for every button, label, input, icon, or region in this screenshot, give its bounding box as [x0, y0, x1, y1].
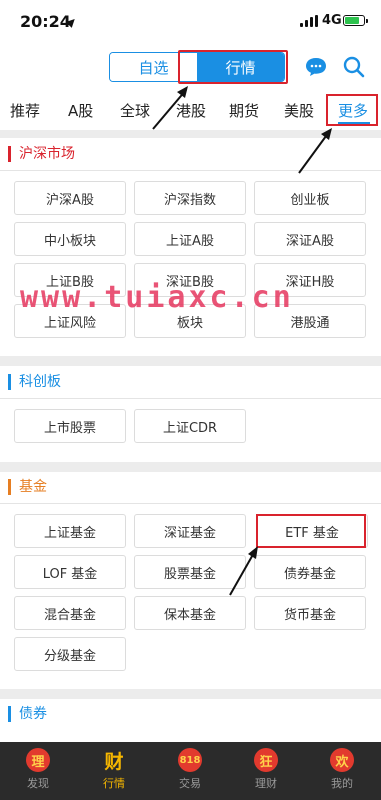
nav-discover[interactable]: 理 发现 — [8, 746, 68, 800]
trade-icon: 818 — [178, 748, 202, 772]
section-title-fund: 基金 — [8, 479, 47, 495]
nav-market[interactable]: 财 行情 — [84, 746, 144, 800]
tab-hk-stocks[interactable]: 港股 — [176, 100, 206, 121]
market-cell[interactable]: 债券基金 — [254, 555, 366, 589]
bottom-nav: 理 发现 财 行情 818 交易 狂 理财 欢 我的 — [0, 742, 381, 800]
nav-label: 交易 — [179, 777, 201, 790]
nav-label: 我的 — [331, 777, 353, 790]
market-cell[interactable]: 上证基金 — [14, 514, 126, 548]
nav-label: 发现 — [27, 777, 49, 790]
chat-icon[interactable] — [304, 56, 328, 78]
nav-label: 理财 — [255, 777, 277, 790]
network-type: 4G — [322, 13, 342, 28]
tab-us-stocks[interactable]: 美股 — [284, 100, 314, 121]
status-time: 20:24 — [20, 12, 71, 31]
market-icon: 财 — [104, 750, 124, 773]
market-cell[interactable]: 创业板 — [254, 181, 366, 215]
nav-trade[interactable]: 818 交易 — [160, 746, 220, 800]
market-cell[interactable]: LOF 基金 — [14, 555, 126, 589]
market-cell[interactable]: 股票基金 — [134, 555, 246, 589]
section-title-kechuang: 科创板 — [8, 374, 61, 390]
market-tabs: 推荐 A股 全球 港股 期货 美股 更多 — [0, 92, 381, 128]
market-cell[interactable]: 上市股票 — [14, 409, 126, 443]
tab-recommend[interactable]: 推荐 — [10, 100, 40, 121]
segment-control: 自选 行情 — [109, 52, 285, 82]
watermark: www.tuiaxc.cn — [20, 280, 294, 315]
battery-icon — [343, 15, 368, 26]
market-cell[interactable]: 上证A股 — [134, 222, 246, 256]
discover-icon: 理 — [26, 748, 50, 772]
nav-mine[interactable]: 欢 我的 — [312, 746, 372, 800]
market-cell[interactable]: 深证A股 — [254, 222, 366, 256]
market-cell[interactable]: 上证CDR — [134, 409, 246, 443]
section-divider — [0, 462, 381, 472]
tab-more[interactable]: 更多 — [338, 100, 368, 121]
segment-market[interactable]: 行情 — [197, 53, 284, 81]
nav-wealth[interactable]: 狂 理财 — [236, 746, 296, 800]
section-header-line — [0, 170, 381, 171]
market-cell[interactable]: 中小板块 — [14, 222, 126, 256]
market-cell[interactable]: 混合基金 — [14, 596, 126, 630]
section-divider — [0, 130, 381, 138]
nav-label: 行情 — [103, 777, 125, 790]
active-tab-indicator — [338, 122, 370, 124]
market-cell[interactable]: 分级基金 — [14, 637, 126, 671]
tab-futures[interactable]: 期货 — [229, 100, 259, 121]
section-divider — [0, 689, 381, 699]
section-title-hushen: 沪深市场 — [8, 146, 75, 162]
segment-watchlist[interactable]: 自选 — [110, 53, 197, 81]
section-header-line — [0, 398, 381, 399]
mine-icon: 欢 — [330, 748, 354, 772]
wealth-icon: 狂 — [254, 748, 278, 772]
section-title-bond: 债券 — [8, 706, 47, 722]
market-cell[interactable]: 保本基金 — [134, 596, 246, 630]
tab-global[interactable]: 全球 — [120, 100, 150, 121]
section-header-line — [0, 503, 381, 504]
tab-a-shares[interactable]: A股 — [68, 100, 93, 121]
market-cell[interactable]: 沪深指数 — [134, 181, 246, 215]
market-cell[interactable]: 沪深A股 — [14, 181, 126, 215]
signal-icon — [300, 15, 318, 27]
market-cell[interactable]: 货币基金 — [254, 596, 366, 630]
market-cell[interactable]: 深证基金 — [134, 514, 246, 548]
section-divider — [0, 356, 381, 366]
etf-fund-cell[interactable]: ETF 基金 — [256, 514, 368, 548]
status-bar: 20:24 ▲ 4G — [0, 0, 381, 44]
search-icon[interactable] — [342, 55, 366, 79]
